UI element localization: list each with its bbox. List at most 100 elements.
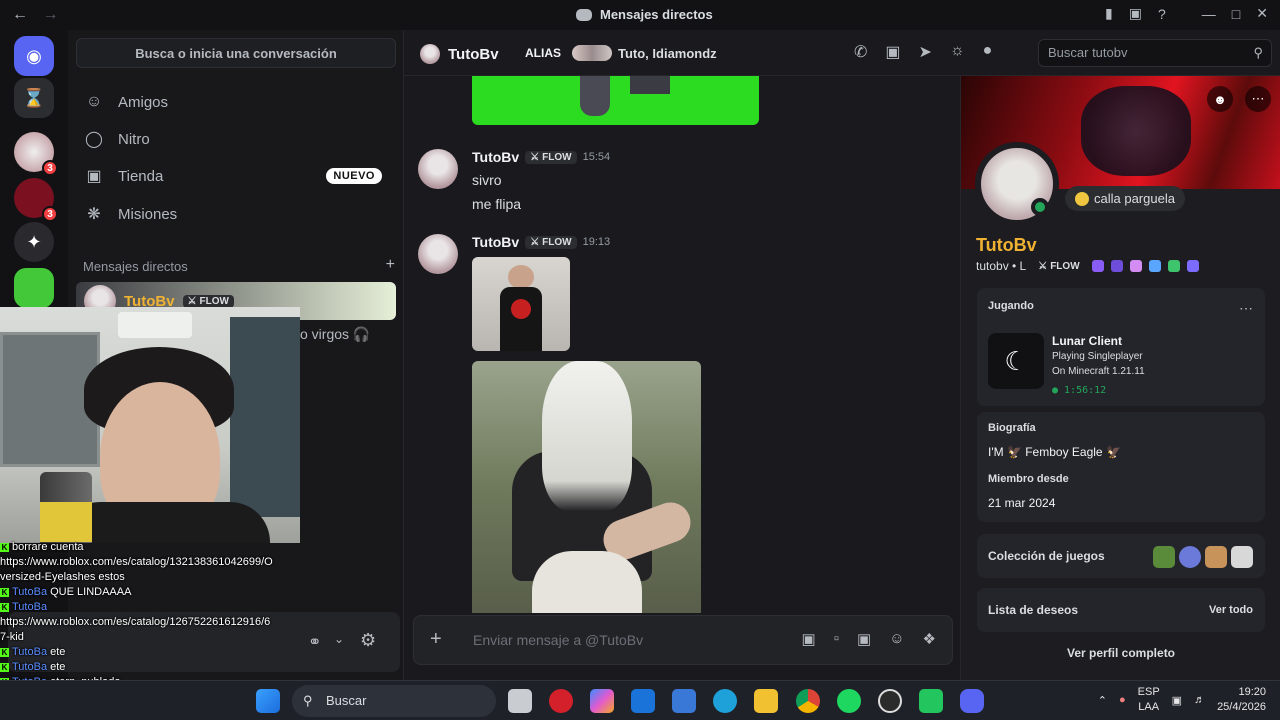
attachment-image[interactable] [472,76,759,125]
badge-icon[interactable] [1148,260,1161,272]
volume-icon[interactable]: ♬ [1194,694,1205,706]
obs-icon[interactable] [878,689,902,713]
store-icon[interactable] [672,689,696,713]
close-button[interactable]: ✕ [1256,5,1268,22]
sticker-icon[interactable]: ▣ [857,630,871,648]
chat-header: TutoBv ALIAS Tuto, Idiamondz ✆ ▣ ➤ ☼ ● B… [404,30,1280,76]
profile-avatar[interactable] [975,142,1059,226]
taskbar-search[interactable]: ⚲ Buscar [292,685,496,717]
message-input[interactable]: Enviar mensaje a @TutoBv [473,632,643,648]
gift-icon[interactable]: ▣ [802,630,816,648]
flow-tag-text: FLOW [542,236,572,248]
badge-icon[interactable] [1186,260,1199,272]
badge-icon[interactable] [1167,260,1180,272]
headset-icon[interactable]: ⚭ [308,632,321,652]
nav-friends[interactable]: ☺ Amigos [84,85,396,119]
back-button[interactable]: ← [12,6,28,23]
forward-button[interactable]: → [42,6,58,23]
avatar[interactable] [418,234,458,274]
network-icon[interactable]: ▣ [1172,694,1182,707]
wishlist-label: Lista de deseos [988,603,1079,617]
copilot-icon[interactable] [590,689,614,713]
server-hourglass[interactable]: ⌛ [14,78,54,118]
badge-icon[interactable] [1110,260,1123,272]
more-icon[interactable]: ⋯ [1239,300,1253,317]
minimize-button[interactable]: — [1202,6,1216,22]
dm-section-title: Mensajes directos [83,259,188,274]
profile-panel: ☻ ⋯ calla parguela TutoBv tutobv • L ⚔ FL… [960,76,1280,680]
clock-time: 19:20 [1238,686,1266,698]
add-dm-button[interactable]: + [386,256,395,274]
inbox-icon[interactable]: ▣ [1129,5,1142,22]
maximize-button[interactable]: □ [1232,6,1240,22]
gif-icon[interactable]: ▫ [834,630,839,648]
spotify-icon[interactable] [837,689,861,713]
message-author[interactable]: TutoBv [472,149,519,165]
attach-plus-button[interactable]: + [430,628,442,651]
lunar-client-icon: ☾ [988,333,1044,389]
attachment-image[interactable] [472,257,570,351]
title-bar: ← → Mensajes directos ▮ ▣ ? — □ ✕ [0,0,1280,30]
nav-nitro[interactable]: ◯ Nitro [84,122,396,156]
help-icon[interactable]: ? [1158,6,1166,22]
file-explorer-icon[interactable] [754,689,778,713]
pin-icon[interactable]: ➤ [919,42,932,62]
add-friend-icon[interactable]: ☼ [950,42,965,62]
discord-icon [576,8,592,21]
server-item[interactable] [14,268,54,308]
view-full-profile-button[interactable]: Ver perfil completo [961,646,1280,660]
banner-art [1081,86,1191,176]
nav-quests[interactable]: ❋ Misiones [84,197,396,231]
video-call-icon[interactable]: ▣ [885,42,900,62]
add-friend-icon[interactable]: ☻ [1207,86,1233,112]
app-icon[interactable] [549,689,573,713]
language-indicator[interactable]: ESP LAA [1138,685,1160,715]
chat-search-input[interactable]: Buscar tutobv ⚲ [1038,39,1272,67]
minecraft-icon[interactable] [1153,546,1175,568]
chat-user: TutoBa [12,646,48,658]
more-icon[interactable]: ⋯ [1245,86,1271,112]
chevron-up-icon[interactable]: ⌃ [1098,694,1107,707]
attachment-image[interactable] [472,361,701,613]
message-author[interactable]: TutoBv [472,234,519,250]
emoji-icon[interactable]: ☺ [889,630,904,648]
bookmark-icon[interactable]: ▮ [1105,5,1113,22]
settings-gear-icon[interactable]: ⚙ [360,630,376,651]
profile-toggle-icon[interactable]: ● [983,42,993,62]
streaming-app-icon[interactable] [919,689,943,713]
chevron-down-icon[interactable]: ⌄ [334,632,344,646]
server-item[interactable]: 3 [14,178,58,222]
wasp-icon: ✦ [26,231,42,252]
badge-icon[interactable] [1129,260,1142,272]
apps-icon[interactable]: ❖ [923,630,936,648]
game-icon[interactable] [1179,546,1201,568]
task-view-icon[interactable] [508,689,532,713]
game-icon[interactable] [1231,546,1253,568]
edge-icon[interactable] [713,689,737,713]
server-item[interactable]: ✦ [14,222,54,262]
message-composer[interactable]: + Enviar mensaje a @TutoBv ▣ ▫ ▣ ☺ ❖ [413,615,953,665]
badge-icon[interactable] [1091,260,1104,272]
server-item[interactable]: 3 [14,132,58,176]
clock[interactable]: 19:20 25/4/2026 [1217,685,1266,715]
games-collection-card[interactable]: Colección de juegos [977,534,1265,578]
microphone-icon[interactable]: ● [1119,694,1126,706]
image-detail [532,551,642,613]
nav-shop[interactable]: ▣ Tienda NUEVO [84,159,396,193]
kick-icon: K [0,543,9,552]
chat-header-name[interactable]: TutoBv [420,44,499,64]
group-members[interactable]: Tuto, Idiamondz [572,45,717,61]
message-time: 15:54 [582,151,611,163]
voice-call-icon[interactable]: ✆ [854,42,867,62]
wishlist-card[interactable]: Lista de deseos Ver todo [977,588,1265,632]
discord-taskbar-icon[interactable] [960,689,984,713]
game-icon[interactable] [1205,546,1227,568]
outlook-icon[interactable] [631,689,655,713]
chat-user: TutoBa [12,586,48,598]
chrome-icon[interactable] [796,689,820,713]
avatar[interactable] [418,149,458,189]
see-all-link[interactable]: Ver todo [1209,604,1253,616]
conversation-search[interactable]: Busca o inicia una conversación [76,38,396,68]
windows-start-icon[interactable] [256,689,280,713]
server-home[interactable]: ◉ [14,36,54,76]
